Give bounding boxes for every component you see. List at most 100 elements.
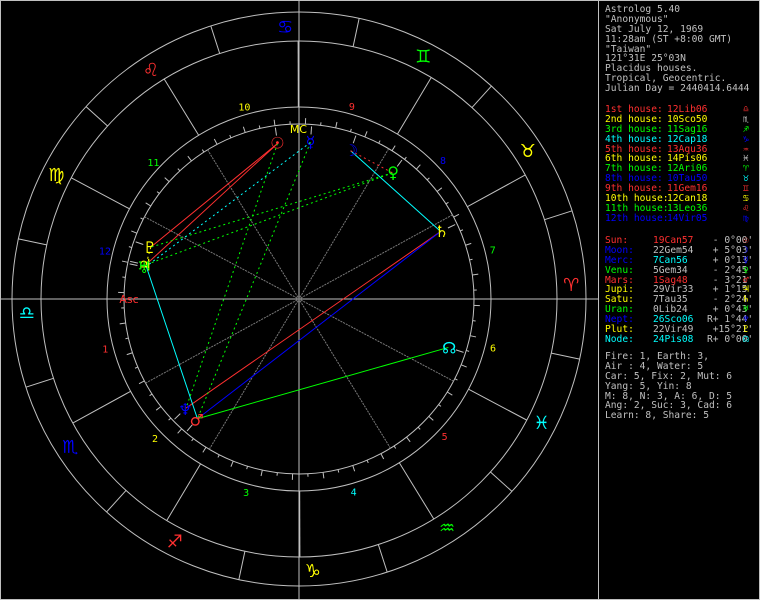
degree-tick	[380, 453, 385, 460]
aspect-line	[197, 346, 449, 420]
degree-tick	[364, 131, 368, 138]
degree-tick	[258, 125, 261, 129]
house-number: 4	[351, 487, 357, 498]
planet-label: Node:	[605, 333, 634, 345]
ascendant-label: Asc	[119, 293, 138, 306]
planet-glyph-icon: ☿	[306, 132, 316, 151]
degree-tick	[337, 469, 340, 473]
sign-boundary	[377, 544, 388, 573]
degree-tick	[391, 145, 396, 152]
sign-sagittarius-icon: ♐	[167, 532, 183, 553]
degree-tick	[202, 446, 207, 453]
degree-tick	[134, 366, 138, 369]
house-number: 5	[442, 432, 448, 443]
house-number: 2	[152, 434, 158, 445]
degree-tick	[121, 260, 128, 263]
planet-glyph-icon: ♀	[387, 163, 399, 182]
degree-tick	[469, 258, 473, 261]
degree-tick	[145, 202, 152, 207]
header-line: Julian Day = 2440414.6444	[605, 83, 750, 95]
degree-tick	[125, 337, 129, 340]
degree-tick	[366, 460, 369, 464]
degree-tick	[201, 149, 205, 153]
degree-tick	[453, 213, 460, 218]
aspect-line	[197, 231, 442, 420]
degree-tick	[213, 138, 218, 145]
sign-boundary	[106, 490, 127, 513]
natal-chart-wheel: ♎♍♌♋♊♉♈♓♒♑♐♏123 456789101112☉ ☽☿♀♂♃♄♅♆♇☊As…	[0, 0, 598, 600]
planet-pointer	[455, 349, 464, 353]
planet-glyph-icon: ♅	[137, 258, 151, 277]
sign-boundary	[490, 471, 513, 492]
degree-tick	[322, 472, 325, 479]
sign-boundary	[352, 18, 360, 47]
degree-tick	[393, 445, 397, 449]
degree-tick	[155, 406, 162, 411]
degree-tick	[446, 391, 453, 396]
degree-tick	[156, 191, 160, 194]
sign-gemini-icon: ♊	[415, 46, 431, 67]
degree-tick	[428, 415, 434, 421]
degree-tick	[460, 364, 467, 368]
degree-tick	[140, 217, 144, 220]
degree-tick	[349, 128, 352, 132]
sign-aquarius-icon: ♒	[439, 518, 455, 539]
degree-tick	[378, 140, 381, 144]
house-number: 1	[102, 345, 108, 356]
planet-glyph-icon: ☊	[743, 333, 749, 345]
info-panel: Astrolog 5.40 "Anonymous" Sat July 12, 196…	[598, 0, 760, 600]
sign-boundary	[85, 106, 108, 127]
house-cusp-tick	[396, 77, 432, 135]
planet-glyph-icon: ☽	[344, 141, 358, 160]
degree-tick	[335, 121, 338, 128]
degree-tick	[230, 460, 234, 467]
element-statistics: Fire: 1, Earth: 3, Air : 4, Water: 5 Car: …	[605, 352, 732, 421]
aspect-line	[144, 142, 311, 268]
degree-tick	[465, 242, 472, 246]
sign-glyph-icon: ♍	[743, 212, 749, 224]
house-number: 10	[238, 103, 250, 114]
sign-libra-icon: ♎	[19, 303, 35, 324]
stats-line: Learn: 8, Share: 5	[605, 410, 709, 422]
aspect-line	[150, 143, 278, 248]
house-cusp-tick	[163, 78, 200, 136]
aspect-line	[185, 231, 442, 409]
sign-pisces-icon: ♓	[534, 413, 550, 434]
degree-tick	[472, 273, 479, 276]
chart-header: Astrolog 5.40 "Anonymous" Sat July 12, 196…	[605, 5, 749, 94]
sign-leo-icon: ♌	[143, 60, 159, 81]
house-value: 14Vir05	[667, 212, 708, 224]
degree-tick	[149, 393, 153, 397]
degree-tick	[260, 470, 263, 477]
degree-tick	[460, 229, 464, 232]
midheaven-label: MC	[290, 123, 307, 136]
degree-tick	[242, 126, 246, 133]
degree-tick	[426, 177, 430, 181]
house-cusp-tick	[467, 174, 526, 208]
degree-tick	[415, 164, 421, 170]
degree-tick	[126, 352, 133, 356]
degree-tick	[273, 119, 276, 126]
degree-tick	[138, 380, 145, 385]
aspect-line	[196, 142, 311, 419]
degree-tick	[128, 246, 132, 249]
degree-tick	[404, 156, 407, 160]
degree-tick	[187, 155, 192, 162]
sign-boundary	[471, 85, 492, 108]
sign-taurus-icon: ♉	[520, 141, 536, 162]
sign-boundary	[238, 551, 246, 580]
house-number: 11	[147, 158, 159, 169]
degree-tick	[131, 230, 138, 234]
degree-tick	[470, 335, 477, 338]
sign-cancer-icon: ♋	[277, 17, 293, 38]
degree-tick	[119, 322, 126, 325]
degree-tick	[445, 201, 449, 205]
house-number: 12	[99, 247, 111, 258]
house-cusps-list: 1st house: 12Lib06 ♎ 2nd house: 10Sco50 ♏ 3rd …	[605, 105, 749, 224]
house-row: 12th house:14Vir05 ♍	[605, 212, 749, 224]
degree-tick	[164, 177, 170, 183]
house-number: 7	[490, 245, 496, 256]
planet-positions-list: Sun: 19Can57 - 0°00' ☉ Moon: 22Gem54 + 5°03'…	[605, 236, 753, 345]
house-number: 8	[440, 156, 446, 167]
degree-tick	[454, 378, 458, 381]
